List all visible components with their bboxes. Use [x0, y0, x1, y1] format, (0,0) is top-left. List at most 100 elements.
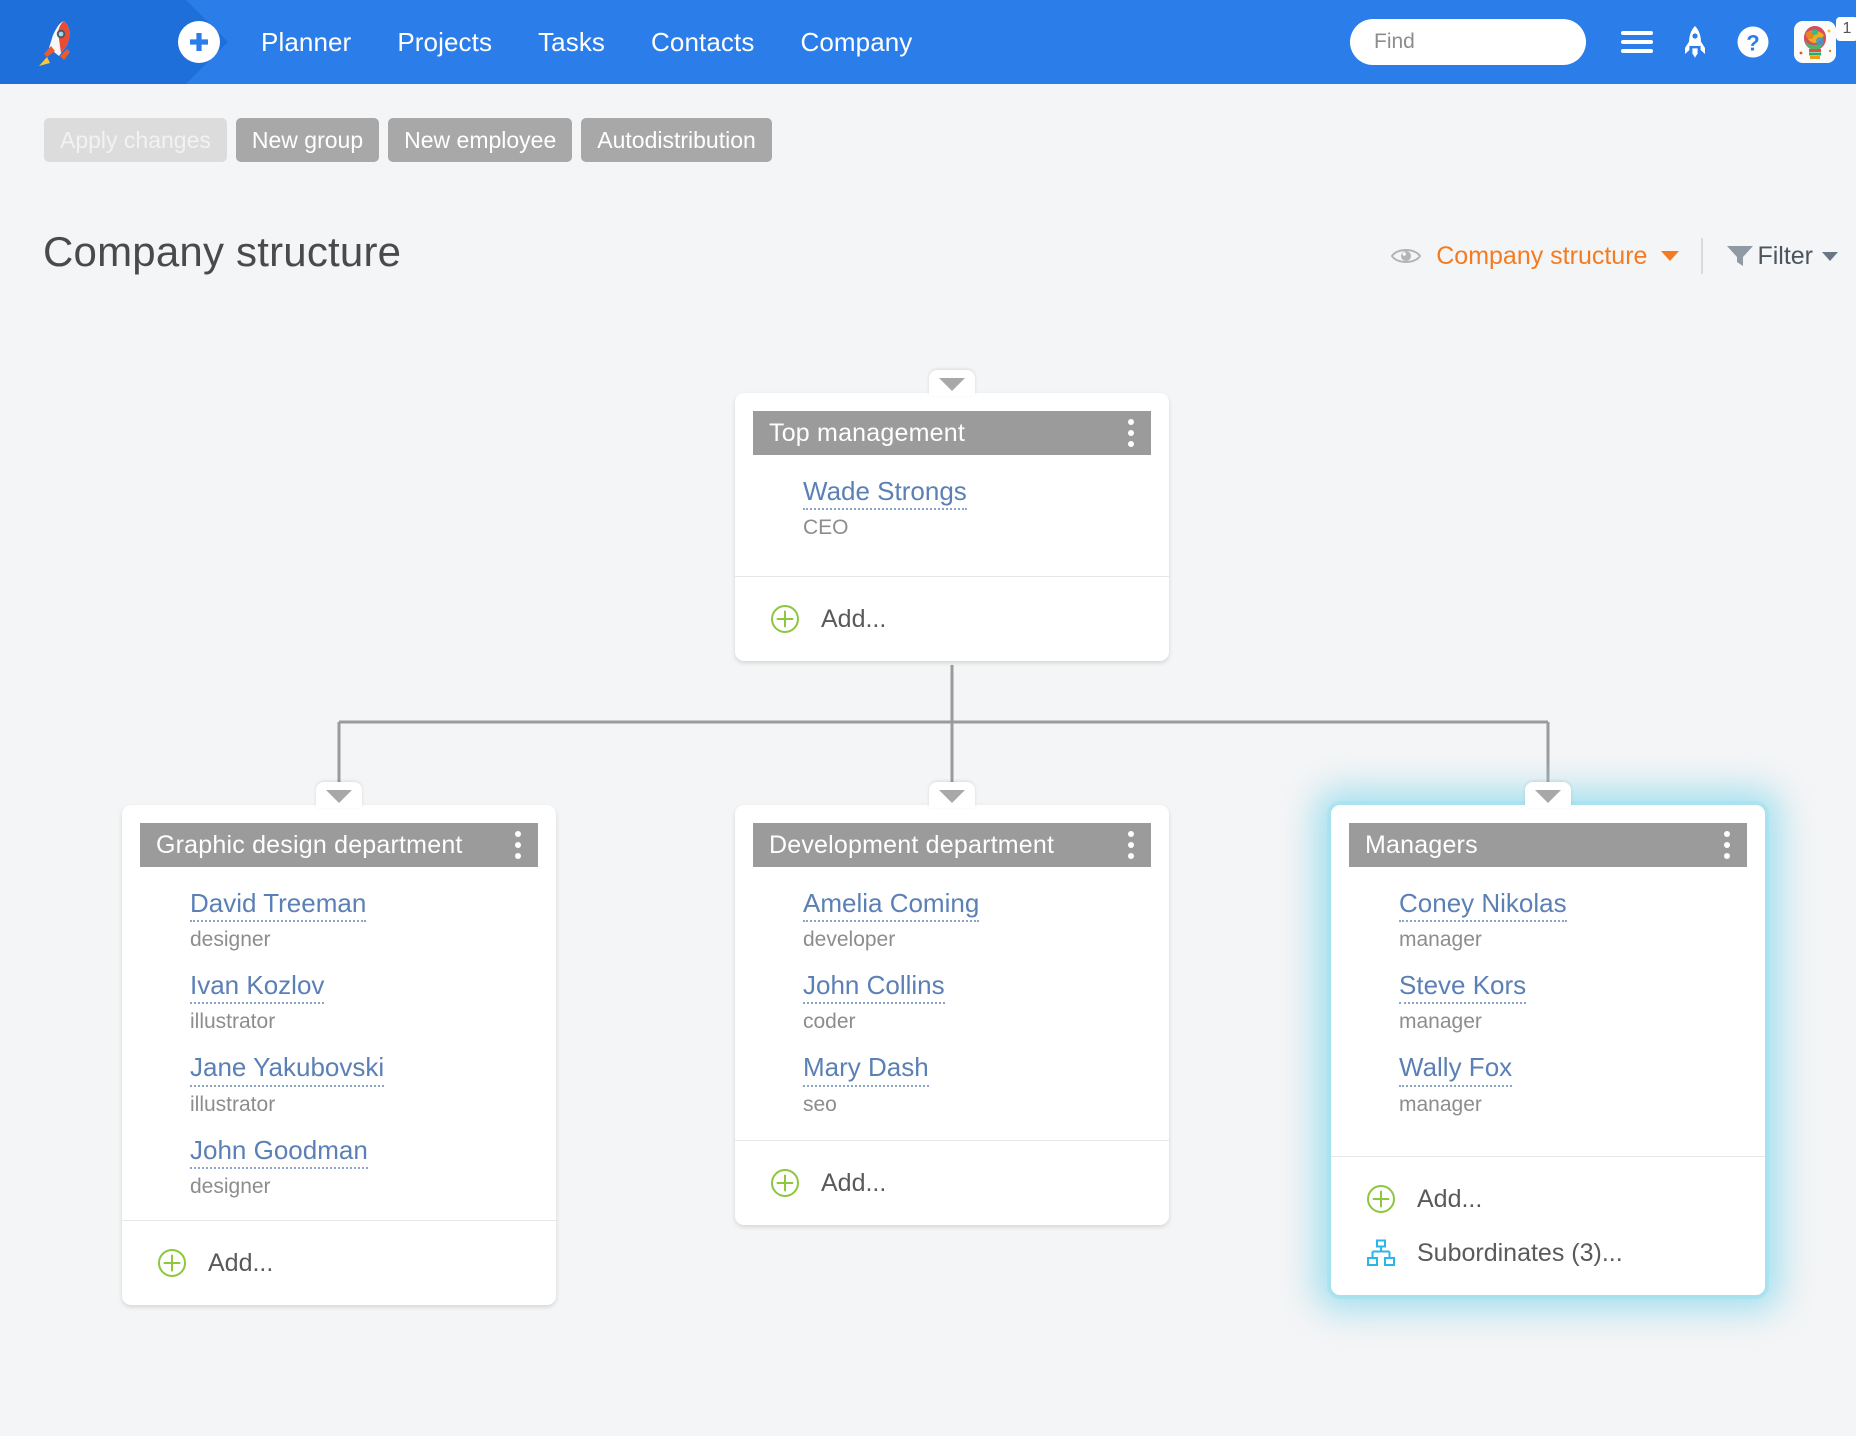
person-role: manager [1399, 1092, 1482, 1116]
person-name[interactable]: Steve Kors [1399, 971, 1527, 1005]
org-node-header-managers[interactable]: Managers [1349, 823, 1747, 867]
person-name[interactable]: Ivan Kozlov [190, 971, 325, 1005]
plus-circle-green-icon [156, 1247, 188, 1279]
plus-circle-green-icon [1365, 1183, 1397, 1215]
org-node-header-graphic-design-department[interactable]: Graphic design department [140, 823, 538, 867]
notification-badge[interactable]: 1 [1836, 17, 1856, 41]
org-node-title: Development department [769, 830, 1055, 859]
view-selector-label[interactable]: Company structure [1436, 242, 1647, 271]
org-node-people: Wade Strongs CEO [735, 476, 1169, 540]
person-role: seo [803, 1092, 837, 1116]
search-input[interactable] [1374, 30, 1645, 54]
add-member-label: Add... [208, 1248, 274, 1277]
collapse-tab-graphic-design-department[interactable] [316, 782, 362, 808]
collapse-tab-development-department[interactable] [929, 782, 975, 808]
nav-item-company[interactable]: Company [777, 0, 935, 84]
nav-item-planner[interactable]: Planner [238, 0, 374, 84]
org-tree-icon [1365, 1237, 1397, 1269]
funnel-icon[interactable] [1725, 243, 1755, 269]
list-item: Jane Yakubovski illustrator [122, 1053, 556, 1116]
kebab-menu-icon[interactable] [1125, 415, 1137, 451]
org-node-graphic-design-department[interactable]: Graphic design department David Treeman … [122, 805, 556, 1305]
apply-changes-button[interactable]: Apply changes [44, 118, 227, 162]
collapse-tab-managers[interactable] [1525, 782, 1571, 808]
org-node-actions: Add... Subordinates (3)... [1331, 1156, 1765, 1295]
kebab-menu-icon[interactable] [512, 827, 524, 863]
org-node-managers[interactable]: Managers Coney Nikolas manager Steve Kor… [1331, 805, 1765, 1295]
org-node-actions: Add... [122, 1220, 556, 1305]
person-role: illustrator [190, 1010, 276, 1034]
new-group-button[interactable]: New group [235, 118, 380, 162]
add-member-button[interactable]: Add... [769, 603, 1169, 635]
person-name[interactable]: Wade Strongs [803, 476, 967, 511]
person-name[interactable]: John Goodman [190, 1135, 368, 1169]
avatar-area[interactable]: 1 [1794, 17, 1856, 63]
person-name[interactable]: David Treeman [190, 888, 367, 923]
collapse-tab-top-management[interactable] [929, 370, 975, 396]
plus-circle-green-icon [769, 603, 801, 635]
list-item: David Treeman designer [122, 888, 556, 952]
add-member-button[interactable]: Add... [156, 1247, 556, 1279]
org-node-header-top-management[interactable]: Top management [753, 411, 1151, 455]
kebab-menu-icon[interactable] [1125, 827, 1137, 863]
org-chart: Top management Wade Strongs CEO Add... G… [0, 0, 1856, 1436]
chevron-down-icon[interactable] [1661, 251, 1680, 261]
subordinates-button[interactable]: Subordinates (3)... [1365, 1237, 1765, 1269]
new-employee-button[interactable]: New employee [388, 118, 573, 162]
filter-label[interactable]: Filter [1757, 242, 1813, 271]
org-node-people: Coney Nikolas manager Steve Kors manager… [1331, 888, 1765, 1116]
org-node-actions: Add... [735, 1140, 1169, 1225]
rocket-icon [1685, 26, 1705, 58]
org-node-people: Amelia Coming developer John Collins cod… [735, 888, 1169, 1116]
autodistribution-button[interactable]: Autodistribution [581, 118, 772, 162]
list-item: Ivan Kozlov illustrator [122, 971, 556, 1033]
quick-add-button[interactable] [178, 21, 220, 63]
org-node-people: David Treeman designer Ivan Kozlov illus… [122, 888, 556, 1198]
search-box[interactable] [1350, 19, 1645, 65]
person-role: manager [1399, 928, 1482, 952]
add-member-label: Add... [821, 1168, 887, 1197]
add-member-label: Add... [821, 604, 887, 633]
person-name[interactable]: Coney Nikolas [1399, 888, 1567, 923]
whats-new-button[interactable] [1672, 19, 1718, 65]
main-navigation: Planner Projects Tasks Contacts Company [238, 0, 935, 84]
person-role: CEO [803, 516, 849, 540]
rocket-logo[interactable] [34, 18, 78, 66]
person-role: coder [803, 1010, 856, 1034]
org-node-development-department[interactable]: Development department Amelia Coming dev… [735, 805, 1169, 1225]
eye-icon [1390, 245, 1422, 267]
person-name[interactable]: Jane Yakubovski [190, 1053, 385, 1087]
list-item: Mary Dash seo [735, 1053, 1169, 1116]
person-name[interactable]: Wally Fox [1399, 1053, 1513, 1087]
person-role: illustrator [190, 1092, 276, 1116]
add-member-button[interactable]: Add... [1365, 1183, 1765, 1215]
person-role: manager [1399, 1010, 1482, 1034]
filter-chevron-down-icon[interactable] [1822, 251, 1838, 261]
person-role: designer [190, 928, 271, 952]
help-button[interactable]: ? [1730, 19, 1776, 65]
person-name[interactable]: John Collins [803, 971, 945, 1005]
list-item: Wade Strongs CEO [735, 476, 1169, 540]
list-item: Steve Kors manager [1331, 971, 1765, 1033]
org-node-header-development-department[interactable]: Development department [753, 823, 1151, 867]
plus-circle-green-icon [769, 1167, 801, 1199]
person-name[interactable]: Amelia Coming [803, 888, 980, 923]
nav-item-tasks[interactable]: Tasks [515, 0, 628, 84]
user-avatar[interactable] [1794, 21, 1836, 63]
org-node-top-management[interactable]: Top management Wade Strongs CEO Add... [735, 393, 1169, 661]
add-member-label: Add... [1417, 1184, 1483, 1213]
list-item: John Goodman designer [122, 1135, 556, 1198]
person-name[interactable]: Mary Dash [803, 1053, 929, 1087]
kebab-menu-icon[interactable] [1721, 827, 1733, 863]
help-icon: ? [1737, 26, 1769, 58]
menu-icon [1621, 31, 1653, 53]
page-title: Company structure [43, 228, 402, 275]
nav-item-contacts[interactable]: Contacts [628, 0, 777, 84]
person-role: designer [190, 1174, 271, 1198]
add-member-button[interactable]: Add... [769, 1167, 1169, 1199]
org-node-title: Top management [769, 418, 965, 447]
menu-button[interactable] [1614, 19, 1660, 65]
nav-item-projects[interactable]: Projects [374, 0, 515, 84]
plus-circle-icon [184, 27, 214, 57]
view-controls: Company structure Filter [1390, 236, 1838, 276]
